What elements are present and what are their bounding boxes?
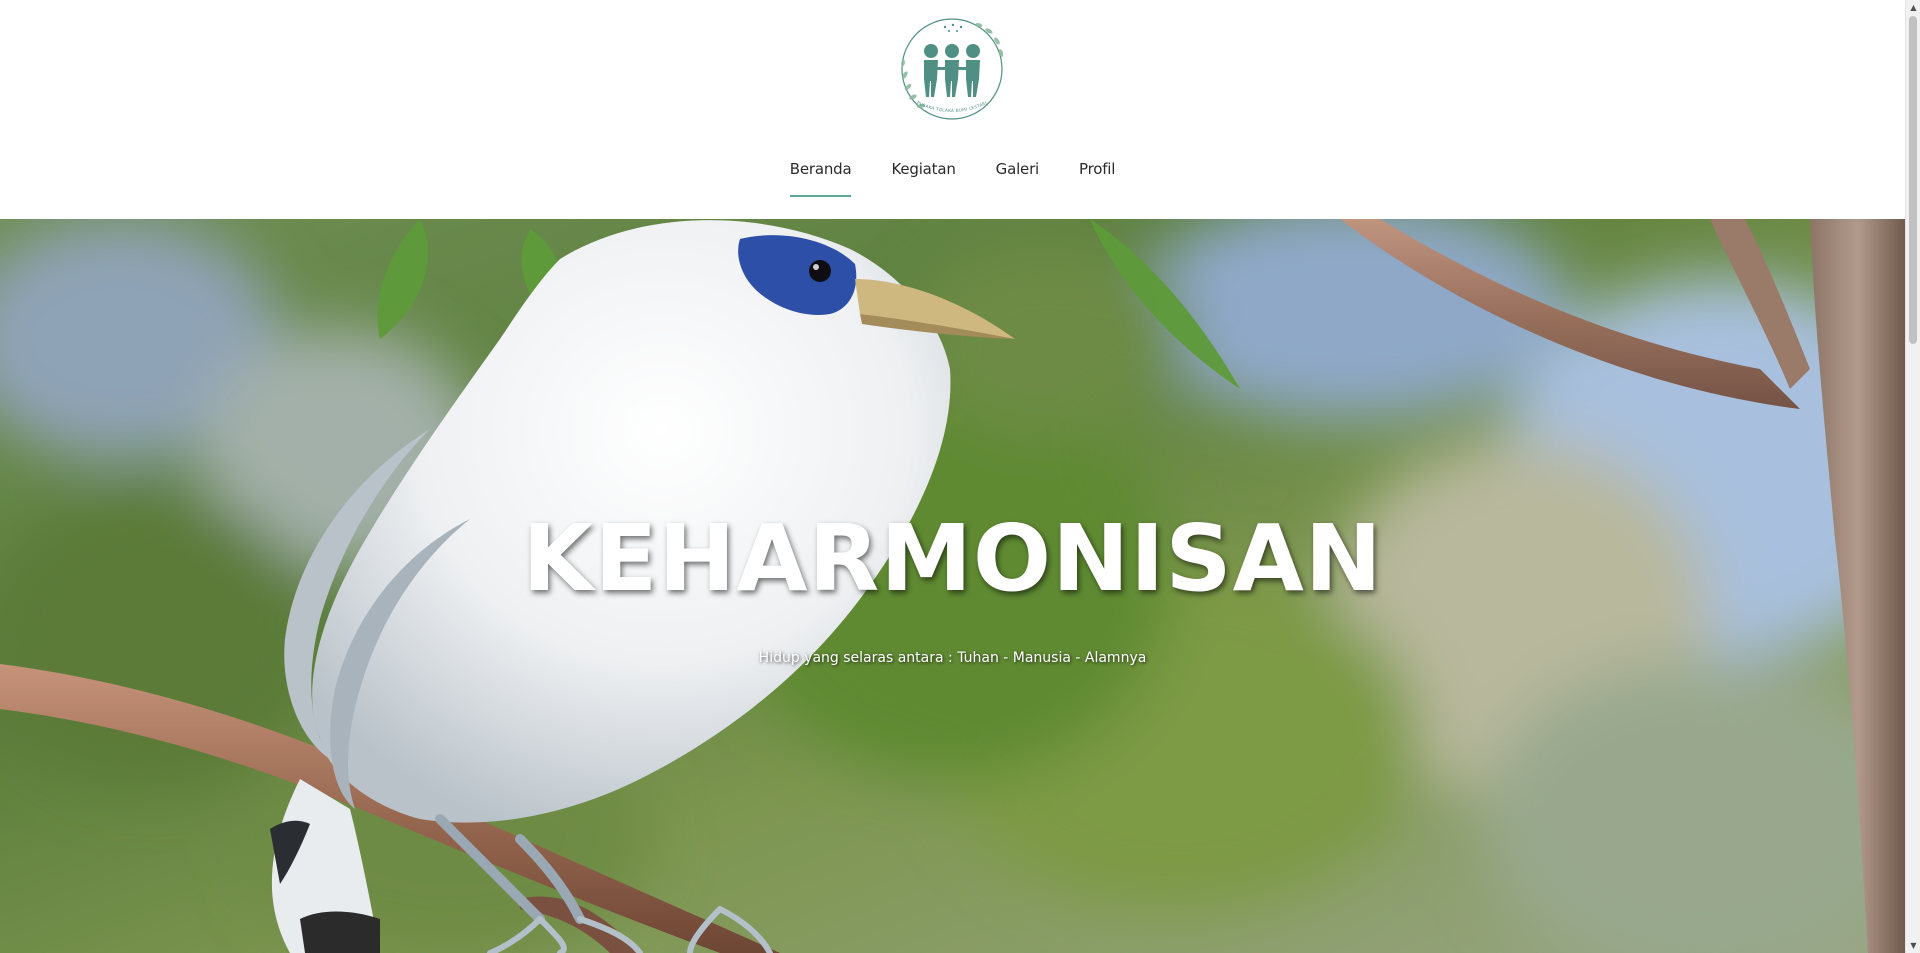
hero-title: KEHARMONISAN xyxy=(522,505,1383,612)
main-nav: Beranda Kegiatan Galeri Profil xyxy=(0,155,1905,197)
triangle-down-icon[interactable]: ▼ xyxy=(1906,938,1920,953)
nav-item-kegiatan[interactable]: Kegiatan xyxy=(891,155,955,195)
hero-subtitle: Hidup yang selaras antara : Tuhan - Manu… xyxy=(758,650,1147,666)
svg-text:PUSAKA TOLAKA BUMI LESTARI: PUSAKA TOLAKA BUMI LESTARI xyxy=(916,100,987,113)
logo-text: PUSAKA TOLAKA BUMI LESTARI xyxy=(916,100,987,113)
logo[interactable]: PUSAKA TOLAKA BUMI LESTARI xyxy=(893,17,1011,121)
site-header: PUSAKA TOLAKA BUMI LESTARI Beranda Kegia… xyxy=(0,0,1905,219)
page: PUSAKA TOLAKA BUMI LESTARI Beranda Kegia… xyxy=(0,0,1920,953)
hero-banner: KEHARMONISAN Hidup yang selaras antara :… xyxy=(0,219,1905,953)
vertical-scrollbar[interactable]: ▲ ▼ xyxy=(1905,0,1920,953)
triangle-up-icon[interactable]: ▲ xyxy=(1906,0,1920,15)
nav-item-profil[interactable]: Profil xyxy=(1079,155,1115,195)
nav-item-beranda[interactable]: Beranda xyxy=(789,155,852,197)
nav-item-galeri[interactable]: Galeri xyxy=(996,155,1040,195)
scrollbar-thumb[interactable] xyxy=(1909,16,1917,344)
